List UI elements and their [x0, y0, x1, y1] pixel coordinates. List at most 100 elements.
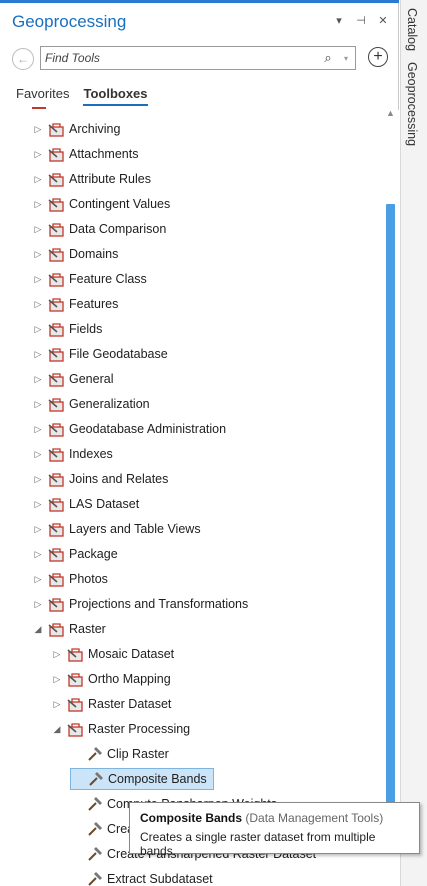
- collapsed-triangle-icon[interactable]: ▷: [51, 649, 63, 660]
- toolbox-icon: [48, 546, 66, 562]
- toolbox-icon: [48, 596, 66, 612]
- toolset-item[interactable]: ▷ Attachments: [32, 143, 138, 165]
- tab-favorites[interactable]: Favorites: [16, 86, 69, 106]
- hammer-icon: [86, 871, 104, 886]
- toolbox-icon: [48, 346, 66, 362]
- collapsed-triangle-icon[interactable]: ▷: [32, 199, 44, 210]
- collapsed-triangle-icon[interactable]: ▷: [32, 299, 44, 310]
- expanded-triangle-icon[interactable]: ◢: [51, 724, 63, 735]
- pane-accent-line: [0, 0, 399, 3]
- toolset-item[interactable]: ▷ Package: [32, 543, 118, 565]
- tree-item-label: LAS Dataset: [69, 497, 140, 511]
- search-icon[interactable]: ⌕: [319, 50, 337, 66]
- toolset-item[interactable]: ▷ Fields: [32, 318, 102, 340]
- toolset-item[interactable]: ▷ Ortho Mapping: [51, 668, 171, 690]
- tool-item[interactable]: Extract Subdataset: [70, 868, 213, 886]
- tooltip-title: Composite Bands: [140, 811, 243, 825]
- hammer-icon: [86, 846, 104, 862]
- tree-item-label: Feature Class: [69, 272, 147, 286]
- tree-item-label: Data Comparison: [69, 222, 167, 236]
- toolset-item[interactable]: ▷ File Geodatabase: [32, 343, 168, 365]
- toolset-item[interactable]: ▷ Geodatabase Administration: [32, 418, 226, 440]
- toolset-item[interactable]: ▷ Indexes: [32, 443, 113, 465]
- scrollbar-thumb[interactable]: [386, 204, 395, 820]
- tree-item-label: Joins and Relates: [69, 472, 169, 486]
- toolset-item[interactable]: ▷ LAS Dataset: [32, 493, 139, 515]
- collapsed-triangle-icon[interactable]: ▷: [32, 149, 44, 160]
- tree-item-label: Composite Bands: [108, 772, 207, 786]
- toolset-item[interactable]: ▷ Features: [32, 293, 118, 315]
- toolbox-icon: [48, 571, 66, 587]
- collapsed-triangle-icon[interactable]: ▷: [32, 599, 44, 610]
- toolset-item[interactable]: ▷ General: [32, 368, 113, 390]
- toolset-item[interactable]: ▷ Attribute Rules: [32, 168, 151, 190]
- collapsed-triangle-icon[interactable]: ▷: [32, 274, 44, 285]
- collapsed-triangle-icon[interactable]: ▷: [32, 574, 44, 585]
- toolbox-icon: [48, 446, 66, 462]
- collapsed-triangle-icon[interactable]: ▷: [32, 549, 44, 560]
- close-icon[interactable]: ✕: [376, 14, 390, 27]
- side-tab-catalog[interactable]: Catalog: [405, 8, 419, 51]
- tree-item-label: Geodatabase Administration: [69, 422, 227, 436]
- back-arrow-icon: ←: [17, 52, 29, 66]
- toolset-item[interactable]: ▷ Mosaic Dataset: [51, 643, 174, 665]
- tool-item-selected[interactable]: Composite Bands: [70, 768, 214, 790]
- toolbox-icon: [48, 221, 66, 237]
- find-tools-input[interactable]: [41, 48, 319, 68]
- toolset-item[interactable]: ◢ Raster Processing: [51, 718, 190, 740]
- collapsed-triangle-icon[interactable]: ▷: [51, 699, 63, 710]
- toolset-item[interactable]: ▷ Data Comparison: [32, 218, 166, 240]
- pin-icon[interactable]: ⊣: [354, 14, 368, 27]
- tab-toolboxes[interactable]: Toolboxes: [83, 86, 148, 106]
- toolset-item[interactable]: ▷ Feature Class: [32, 268, 147, 290]
- tree-item-label: Indexes: [69, 447, 113, 461]
- options-dropdown-icon[interactable]: ▾: [332, 14, 346, 27]
- tree-item-label: Extract Subdataset: [107, 872, 213, 886]
- collapsed-triangle-icon[interactable]: ▷: [32, 124, 44, 135]
- toolbox-icon: [48, 371, 66, 387]
- tree-item-label: Archiving: [69, 122, 121, 136]
- tree-item-label: Contingent Values: [69, 197, 171, 211]
- tree-item-label: Projections and Transformations: [69, 597, 249, 611]
- collapsed-triangle-icon[interactable]: ▷: [51, 674, 63, 685]
- collapsed-triangle-icon[interactable]: ▷: [32, 174, 44, 185]
- toolset-item[interactable]: ▷ Domains: [32, 243, 118, 265]
- collapsed-triangle-icon[interactable]: ▷: [32, 349, 44, 360]
- tree-item-label: Package: [69, 547, 118, 561]
- toolbox-icon: [48, 396, 66, 412]
- toolset-item[interactable]: ▷ Joins and Relates: [32, 468, 168, 490]
- collapsed-triangle-icon[interactable]: ▷: [32, 374, 44, 385]
- tree-item-label: Raster Processing: [88, 722, 191, 736]
- collapsed-triangle-icon[interactable]: ▷: [32, 324, 44, 335]
- collapsed-triangle-icon[interactable]: ▷: [32, 474, 44, 485]
- expanded-triangle-icon[interactable]: ◢: [32, 624, 44, 635]
- toolbox-icon: [48, 421, 66, 437]
- toolbox-tree: ▷ Archiving ▷ Attachments ▷ Attribute Rules ▷ C…: [0, 110, 384, 886]
- collapsed-triangle-icon[interactable]: ▷: [32, 524, 44, 535]
- toolset-item[interactable]: ▷ Generalization: [32, 393, 150, 415]
- toolset-item[interactable]: ▷ Projections and Transformations: [32, 593, 248, 615]
- tree-item-label: Layers and Table Views: [69, 522, 201, 536]
- scroll-up-icon[interactable]: ▲: [386, 108, 395, 118]
- toolset-item[interactable]: ▷ Layers and Table Views: [32, 518, 201, 540]
- collapsed-triangle-icon[interactable]: ▷: [32, 399, 44, 410]
- toolset-item[interactable]: ▷ Contingent Values: [32, 193, 170, 215]
- pane-title: Geoprocessing: [12, 12, 127, 31]
- toolset-item[interactable]: ◢ Raster: [32, 618, 106, 640]
- collapsed-triangle-icon[interactable]: ▷: [32, 499, 44, 510]
- collapsed-triangle-icon[interactable]: ▷: [32, 424, 44, 435]
- search-dropdown-icon[interactable]: ▾: [337, 54, 355, 63]
- toolset-item[interactable]: ▷ Photos: [32, 568, 108, 590]
- back-button[interactable]: ←: [12, 48, 34, 70]
- toolset-item[interactable]: ▷ Raster Dataset: [51, 693, 171, 715]
- tooltip-description: Creates a single raster dataset from mul…: [140, 830, 376, 858]
- tool-item[interactable]: Clip Raster: [70, 743, 169, 765]
- collapsed-triangle-icon[interactable]: ▷: [32, 449, 44, 460]
- add-button[interactable]: +: [368, 47, 388, 67]
- scrolled-item-remnant: [32, 107, 46, 109]
- side-tab-geoprocessing[interactable]: Geoprocessing: [405, 62, 419, 146]
- tooltip-toolbox: (Data Management Tools): [245, 811, 384, 825]
- toolset-item[interactable]: ▷ Archiving: [32, 118, 120, 140]
- collapsed-triangle-icon[interactable]: ▷: [32, 224, 44, 235]
- collapsed-triangle-icon[interactable]: ▷: [32, 249, 44, 260]
